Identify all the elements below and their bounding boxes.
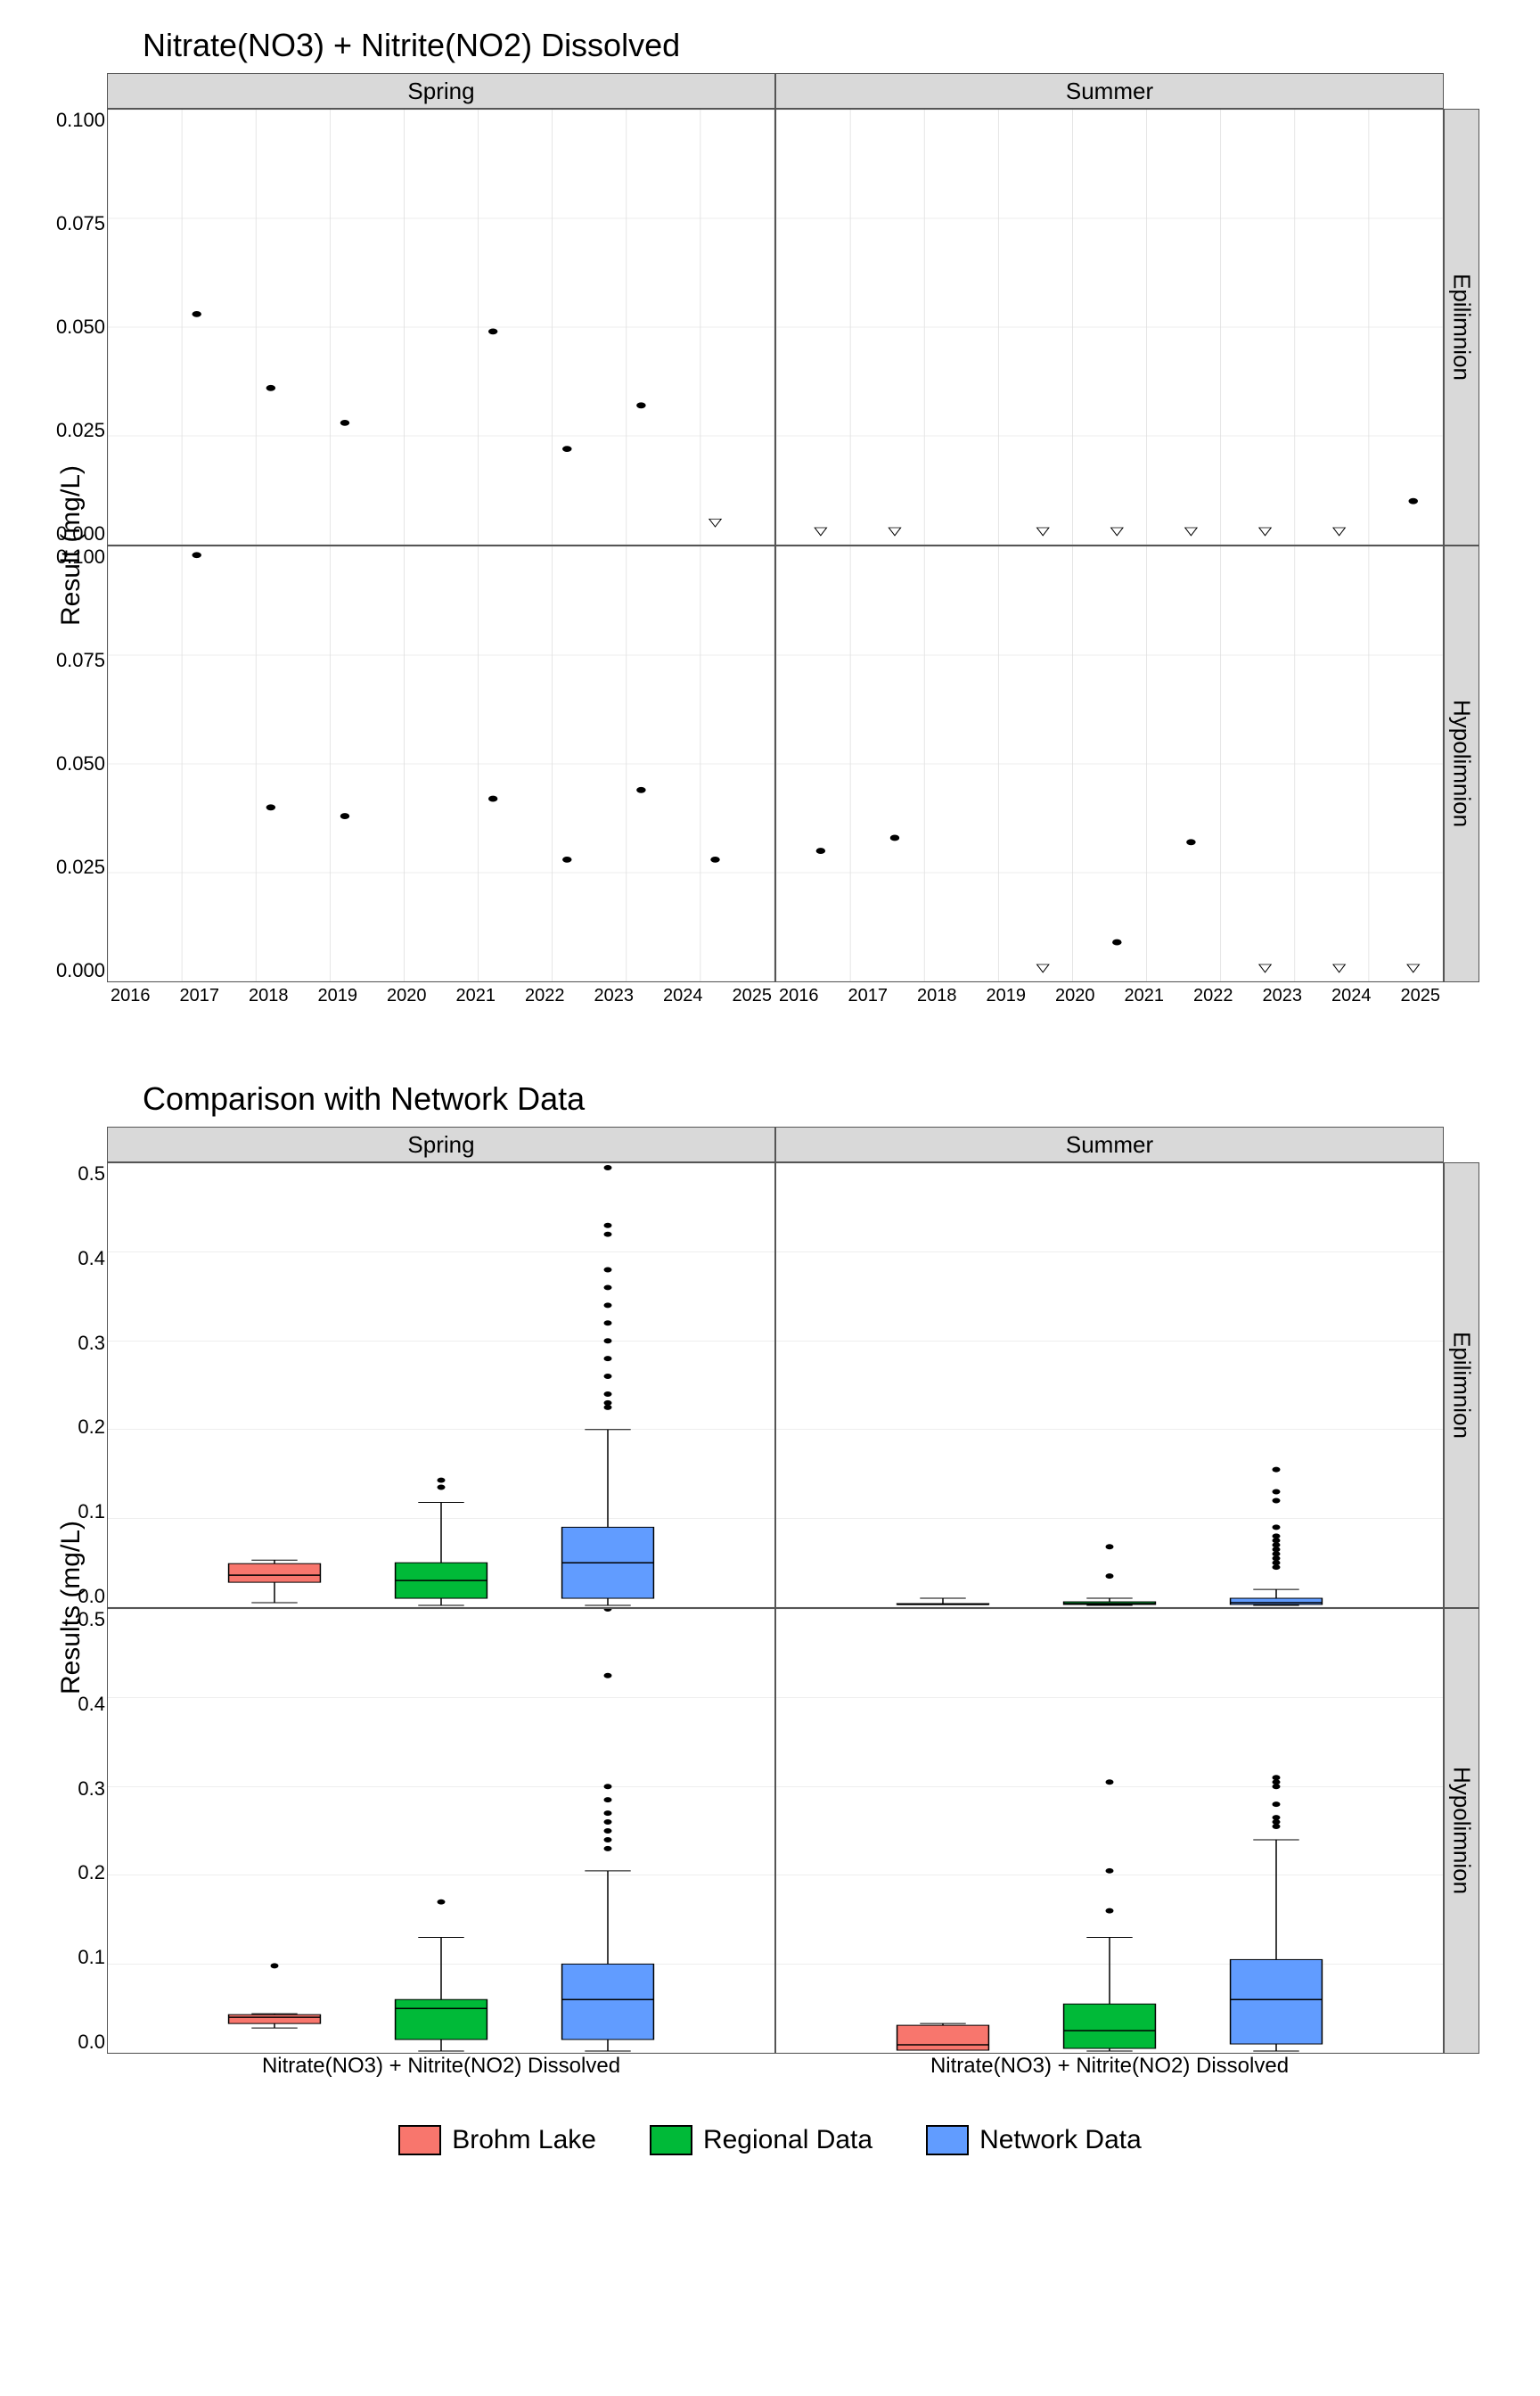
scatter-xticks-r: 2016201720182019202020212022202320242025	[775, 982, 1444, 1018]
col-strip-summer2: Summer	[775, 1127, 1444, 1162]
box-xlab-l: Nitrate(NO3) + Nitrite(NO2) Dissolved	[107, 2054, 775, 2089]
legend-item-regional: Regional Data	[650, 2125, 872, 2155]
box-panel	[775, 1162, 1444, 1608]
col-strip-spring: Spring	[107, 73, 775, 109]
scatter-panel	[107, 109, 775, 546]
row-strip-hypo2: Hypolimnion	[1444, 1608, 1479, 2054]
scatter-panel	[107, 546, 775, 982]
scatter-facet-grid: Spring Summer Result (mg/L) Epilimnion H…	[36, 73, 1479, 1018]
box-xlab-r: Nitrate(NO3) + Nitrite(NO2) Dissolved	[775, 2054, 1444, 2089]
swatch-regional	[650, 2125, 692, 2155]
col-strip-summer: Summer	[775, 73, 1444, 109]
box-facet-grid: Spring Summer Results (mg/L) Epilimnion …	[36, 1127, 1479, 2089]
box-y-axis-label: Results (mg/L)	[36, 1162, 107, 2054]
legend-label: Network Data	[979, 2125, 1142, 2155]
legend-item-network: Network Data	[926, 2125, 1142, 2155]
legend-label: Brohm Lake	[452, 2125, 596, 2155]
legend-item-brohm: Brohm Lake	[398, 2125, 596, 2155]
box-panel	[107, 1162, 775, 1608]
scatter-y-axis-label: Result (mg/L)	[36, 109, 107, 982]
box-panel	[775, 1608, 1444, 2054]
col-strip-spring2: Spring	[107, 1127, 775, 1162]
scatter-title: Nitrate(NO3) + Nitrite(NO2) Dissolved	[143, 27, 1504, 64]
row-strip-hypo: Hypolimnion	[1444, 546, 1479, 982]
scatter-xticks-l: 2016201720182019202020212022202320242025	[107, 982, 775, 1018]
swatch-brohm	[398, 2125, 441, 2155]
swatch-network	[926, 2125, 969, 2155]
row-strip-epi: Epilimnion	[1444, 109, 1479, 546]
box-title: Comparison with Network Data	[143, 1080, 1504, 1118]
page-root: Nitrate(NO3) + Nitrite(NO2) Dissolved Sp…	[0, 0, 1540, 2396]
legend-label: Regional Data	[703, 2125, 872, 2155]
row-strip-epi2: Epilimnion	[1444, 1162, 1479, 1608]
legend: Brohm Lake Regional Data Network Data	[36, 2125, 1504, 2155]
scatter-panel	[775, 109, 1444, 546]
scatter-panel	[775, 546, 1444, 982]
box-panel	[107, 1608, 775, 2054]
